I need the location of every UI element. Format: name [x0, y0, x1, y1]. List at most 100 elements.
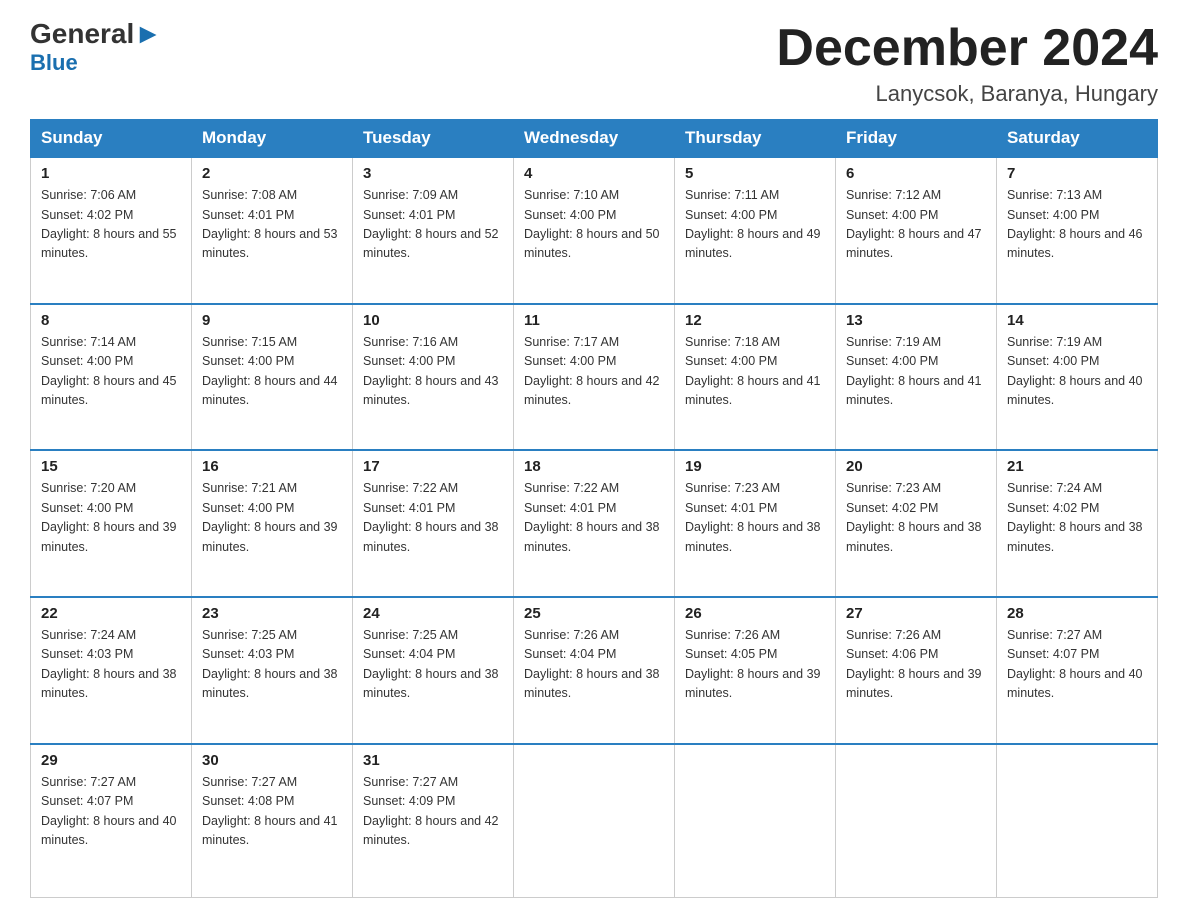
day-info: Sunrise: 7:22 AMSunset: 4:01 PMDaylight:…: [524, 481, 660, 553]
logo-sub: Blue: [30, 50, 78, 76]
logo: General► Blue: [30, 20, 162, 76]
col-monday: Monday: [192, 120, 353, 158]
col-thursday: Thursday: [675, 120, 836, 158]
day-cell: 27 Sunrise: 7:26 AMSunset: 4:06 PMDaylig…: [836, 597, 997, 744]
day-number: 1: [41, 165, 181, 182]
day-number: 19: [685, 458, 825, 475]
title-block: December 2024 Lanycsok, Baranya, Hungary: [776, 20, 1158, 107]
day-cell: 23 Sunrise: 7:25 AMSunset: 4:03 PMDaylig…: [192, 597, 353, 744]
day-cell: 9 Sunrise: 7:15 AMSunset: 4:00 PMDayligh…: [192, 304, 353, 451]
day-info: Sunrise: 7:18 AMSunset: 4:00 PMDaylight:…: [685, 335, 821, 407]
day-info: Sunrise: 7:27 AMSunset: 4:09 PMDaylight:…: [363, 775, 499, 847]
day-cell: 31 Sunrise: 7:27 AMSunset: 4:09 PMDaylig…: [353, 744, 514, 898]
day-cell: 25 Sunrise: 7:26 AMSunset: 4:04 PMDaylig…: [514, 597, 675, 744]
day-cell: 19 Sunrise: 7:23 AMSunset: 4:01 PMDaylig…: [675, 450, 836, 597]
day-number: 21: [1007, 458, 1147, 475]
day-cell: 10 Sunrise: 7:16 AMSunset: 4:00 PMDaylig…: [353, 304, 514, 451]
day-number: 30: [202, 752, 342, 769]
week-row-1: 1 Sunrise: 7:06 AMSunset: 4:02 PMDayligh…: [31, 157, 1158, 304]
day-cell: 3 Sunrise: 7:09 AMSunset: 4:01 PMDayligh…: [353, 157, 514, 304]
day-info: Sunrise: 7:26 AMSunset: 4:06 PMDaylight:…: [846, 628, 982, 700]
day-cell: 7 Sunrise: 7:13 AMSunset: 4:00 PMDayligh…: [997, 157, 1158, 304]
day-number: 12: [685, 312, 825, 329]
day-cell: [514, 744, 675, 898]
day-info: Sunrise: 7:24 AMSunset: 4:02 PMDaylight:…: [1007, 481, 1143, 553]
day-info: Sunrise: 7:23 AMSunset: 4:02 PMDaylight:…: [846, 481, 982, 553]
day-info: Sunrise: 7:14 AMSunset: 4:00 PMDaylight:…: [41, 335, 177, 407]
day-cell: 18 Sunrise: 7:22 AMSunset: 4:01 PMDaylig…: [514, 450, 675, 597]
day-cell: 6 Sunrise: 7:12 AMSunset: 4:00 PMDayligh…: [836, 157, 997, 304]
day-info: Sunrise: 7:25 AMSunset: 4:04 PMDaylight:…: [363, 628, 499, 700]
day-info: Sunrise: 7:20 AMSunset: 4:00 PMDaylight:…: [41, 481, 177, 553]
day-number: 31: [363, 752, 503, 769]
page: General► Blue December 2024 Lanycsok, Ba…: [0, 0, 1188, 918]
day-cell: 1 Sunrise: 7:06 AMSunset: 4:02 PMDayligh…: [31, 157, 192, 304]
day-cell: 13 Sunrise: 7:19 AMSunset: 4:00 PMDaylig…: [836, 304, 997, 451]
calendar-table: Sunday Monday Tuesday Wednesday Thursday…: [30, 119, 1158, 898]
day-number: 17: [363, 458, 503, 475]
day-cell: 5 Sunrise: 7:11 AMSunset: 4:00 PMDayligh…: [675, 157, 836, 304]
day-cell: [997, 744, 1158, 898]
day-number: 13: [846, 312, 986, 329]
col-saturday: Saturday: [997, 120, 1158, 158]
day-cell: 29 Sunrise: 7:27 AMSunset: 4:07 PMDaylig…: [31, 744, 192, 898]
day-info: Sunrise: 7:13 AMSunset: 4:00 PMDaylight:…: [1007, 188, 1143, 260]
day-number: 11: [524, 312, 664, 329]
day-number: 23: [202, 605, 342, 622]
day-cell: 11 Sunrise: 7:17 AMSunset: 4:00 PMDaylig…: [514, 304, 675, 451]
day-cell: 30 Sunrise: 7:27 AMSunset: 4:08 PMDaylig…: [192, 744, 353, 898]
day-cell: 21 Sunrise: 7:24 AMSunset: 4:02 PMDaylig…: [997, 450, 1158, 597]
day-cell: 14 Sunrise: 7:19 AMSunset: 4:00 PMDaylig…: [997, 304, 1158, 451]
day-number: 22: [41, 605, 181, 622]
day-info: Sunrise: 7:10 AMSunset: 4:00 PMDaylight:…: [524, 188, 660, 260]
day-number: 25: [524, 605, 664, 622]
day-number: 7: [1007, 165, 1147, 182]
day-cell: 4 Sunrise: 7:10 AMSunset: 4:00 PMDayligh…: [514, 157, 675, 304]
week-row-3: 15 Sunrise: 7:20 AMSunset: 4:00 PMDaylig…: [31, 450, 1158, 597]
day-info: Sunrise: 7:06 AMSunset: 4:02 PMDaylight:…: [41, 188, 177, 260]
day-info: Sunrise: 7:27 AMSunset: 4:08 PMDaylight:…: [202, 775, 338, 847]
day-cell: 8 Sunrise: 7:14 AMSunset: 4:00 PMDayligh…: [31, 304, 192, 451]
location: Lanycsok, Baranya, Hungary: [776, 81, 1158, 107]
day-cell: [675, 744, 836, 898]
day-number: 8: [41, 312, 181, 329]
day-info: Sunrise: 7:23 AMSunset: 4:01 PMDaylight:…: [685, 481, 821, 553]
day-info: Sunrise: 7:27 AMSunset: 4:07 PMDaylight:…: [41, 775, 177, 847]
day-number: 6: [846, 165, 986, 182]
day-number: 24: [363, 605, 503, 622]
day-cell: 2 Sunrise: 7:08 AMSunset: 4:01 PMDayligh…: [192, 157, 353, 304]
day-cell: 22 Sunrise: 7:24 AMSunset: 4:03 PMDaylig…: [31, 597, 192, 744]
header: General► Blue December 2024 Lanycsok, Ba…: [30, 20, 1158, 107]
logo-text: General►: [30, 20, 162, 48]
day-cell: 20 Sunrise: 7:23 AMSunset: 4:02 PMDaylig…: [836, 450, 997, 597]
day-number: 28: [1007, 605, 1147, 622]
day-number: 2: [202, 165, 342, 182]
day-number: 10: [363, 312, 503, 329]
day-cell: [836, 744, 997, 898]
month-title: December 2024: [776, 20, 1158, 77]
day-info: Sunrise: 7:24 AMSunset: 4:03 PMDaylight:…: [41, 628, 177, 700]
day-info: Sunrise: 7:22 AMSunset: 4:01 PMDaylight:…: [363, 481, 499, 553]
day-info: Sunrise: 7:09 AMSunset: 4:01 PMDaylight:…: [363, 188, 499, 260]
col-friday: Friday: [836, 120, 997, 158]
day-cell: 28 Sunrise: 7:27 AMSunset: 4:07 PMDaylig…: [997, 597, 1158, 744]
col-sunday: Sunday: [31, 120, 192, 158]
day-cell: 24 Sunrise: 7:25 AMSunset: 4:04 PMDaylig…: [353, 597, 514, 744]
day-number: 18: [524, 458, 664, 475]
day-info: Sunrise: 7:26 AMSunset: 4:05 PMDaylight:…: [685, 628, 821, 700]
day-info: Sunrise: 7:16 AMSunset: 4:00 PMDaylight:…: [363, 335, 499, 407]
day-cell: 16 Sunrise: 7:21 AMSunset: 4:00 PMDaylig…: [192, 450, 353, 597]
col-wednesday: Wednesday: [514, 120, 675, 158]
day-cell: 17 Sunrise: 7:22 AMSunset: 4:01 PMDaylig…: [353, 450, 514, 597]
day-number: 14: [1007, 312, 1147, 329]
day-info: Sunrise: 7:19 AMSunset: 4:00 PMDaylight:…: [1007, 335, 1143, 407]
day-number: 16: [202, 458, 342, 475]
day-info: Sunrise: 7:08 AMSunset: 4:01 PMDaylight:…: [202, 188, 338, 260]
header-row: Sunday Monday Tuesday Wednesday Thursday…: [31, 120, 1158, 158]
day-info: Sunrise: 7:21 AMSunset: 4:00 PMDaylight:…: [202, 481, 338, 553]
day-number: 20: [846, 458, 986, 475]
day-cell: 12 Sunrise: 7:18 AMSunset: 4:00 PMDaylig…: [675, 304, 836, 451]
day-info: Sunrise: 7:17 AMSunset: 4:00 PMDaylight:…: [524, 335, 660, 407]
day-info: Sunrise: 7:25 AMSunset: 4:03 PMDaylight:…: [202, 628, 338, 700]
day-number: 9: [202, 312, 342, 329]
